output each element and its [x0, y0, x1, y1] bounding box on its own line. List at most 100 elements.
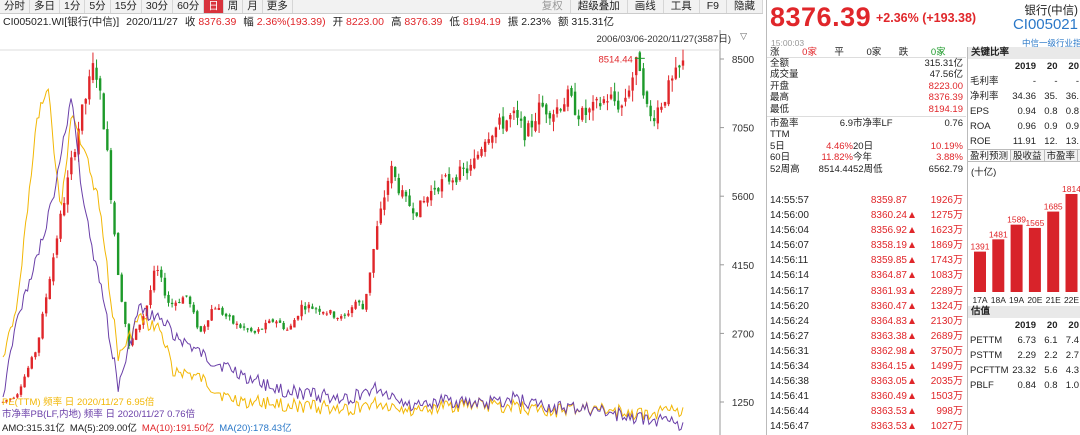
ratio-year: 2019 — [1014, 320, 1036, 331]
candle-body — [627, 90, 631, 97]
draw-button[interactable]: 画线 — [628, 0, 664, 13]
candle-body — [440, 179, 444, 192]
tick-volume: 1499万 — [930, 361, 963, 373]
security-code-right[interactable]: CI005021 — [1013, 16, 1078, 33]
tab-day[interactable]: 日 — [204, 0, 224, 13]
tick-time: 14:56:11 — [770, 255, 809, 267]
tick-volume: 1869万 — [930, 240, 963, 252]
ratio-value: 2.2 — [1044, 350, 1058, 361]
ratio-value: 0.8 — [1065, 106, 1079, 117]
tick-time: 14:56:31 — [770, 345, 809, 357]
ratio-label: EPS — [970, 106, 990, 117]
tick-row[interactable]: 14:56:24 8364.83 2130万 — [767, 314, 966, 329]
tick-row[interactable]: 14:56:41 8360.49 1503万 — [767, 389, 966, 404]
ratio-corner — [970, 59, 1012, 74]
tab-pe[interactable]: 市盈率 — [1045, 150, 1079, 162]
candle-body — [408, 195, 411, 206]
profit-bar — [1047, 211, 1060, 292]
tab-multiday[interactable]: 多日 — [30, 0, 60, 13]
tick-time: 14:56:20 — [770, 300, 809, 312]
tick-row[interactable]: 14:56:38 8363.05 2035万 — [767, 374, 966, 389]
tab-week[interactable]: 周 — [224, 0, 244, 13]
candle-body — [563, 104, 566, 112]
candle-body — [289, 325, 293, 330]
ratio-value: 0.84 — [1017, 380, 1037, 391]
candle-body — [552, 114, 555, 122]
chevron-down-icon[interactable]: ▽ — [740, 31, 747, 42]
tick-row[interactable]: 14:56:31 8362.98 3750万 — [767, 344, 966, 359]
candle-body — [509, 114, 512, 120]
candle-body — [314, 308, 318, 310]
candle-body — [483, 141, 487, 152]
tick-row[interactable]: 14:56:44 8363.53 998万 — [767, 404, 966, 419]
max-marker-label: 8514.44 — [598, 54, 632, 65]
candle-body — [462, 167, 465, 169]
candle-body — [257, 329, 260, 332]
tick-row[interactable]: 14:56:07 8358.19 1869万 — [767, 238, 966, 253]
stats-a: 全额 315.31亿 成交量 47.56亿 开盘 8223.00 最高 8376.39 最低 81… — [767, 58, 966, 115]
ratio-header-row: 2019 20 20 — [968, 318, 1080, 333]
close-value: 8376.39 — [198, 16, 237, 28]
tick-list[interactable]: 14:55:57 8359.87 1926万 14:56:00 8360.24 1275万… — [767, 193, 966, 435]
candle-body — [91, 63, 95, 81]
candle-body — [102, 93, 105, 130]
tab-eps[interactable]: 股收益 — [1011, 150, 1045, 162]
adjust-button[interactable]: 复权 — [535, 0, 571, 13]
candle-body — [505, 120, 508, 131]
tab-5min[interactable]: 5分 — [85, 0, 111, 13]
tick-price: 8356.92 — [870, 225, 907, 237]
key-ratios-table: 2019 20 20 毛利率 - - - 净利率 34.36 35. 36. EPS 0.94 0.8 0.… — [968, 59, 1080, 149]
profit-bar — [974, 251, 986, 292]
ratio-row: 毛利率 - - - — [968, 74, 1080, 89]
candle-body — [55, 238, 59, 255]
tick-row[interactable]: 14:56:00 8360.24 1275万 — [767, 208, 966, 223]
quote-date: 2020/11/27 — [126, 16, 178, 28]
profit-bar-label: 1481 — [989, 229, 1008, 239]
close-item: 收 8376.39 — [185, 15, 236, 29]
ratio-row: 净利率 34.36 35. 36. — [968, 89, 1080, 104]
candle-body — [386, 180, 390, 195]
ratio-value: - — [1075, 76, 1079, 87]
tick-row[interactable]: 14:56:11 8359.85 1743万 — [767, 253, 966, 268]
up-label: 涨 — [770, 47, 780, 58]
tick-row[interactable]: 14:56:27 8363.38 2689万 — [767, 329, 966, 344]
candle-body — [620, 105, 624, 108]
stat-label: 市盈率TTM — [770, 118, 799, 141]
tick-row[interactable]: 14:56:17 8361.93 2289万 — [767, 284, 966, 299]
up-count: 0家 — [802, 47, 817, 58]
tab-1min[interactable]: 1分 — [60, 0, 86, 13]
tick-price: 8363.38 — [870, 330, 907, 342]
candle-body — [473, 158, 476, 169]
ratio-year: 20 — [1046, 320, 1058, 331]
quote-summary: CI005021.WI[银行(中信)] 2020/11/27 收 8376.39… — [0, 15, 763, 29]
tab-more[interactable]: 更多 — [263, 0, 293, 13]
tab-60min[interactable]: 60分 — [173, 0, 205, 13]
stat-label: 60日 — [770, 152, 791, 164]
tools-button[interactable]: 工具 — [664, 0, 700, 13]
tick-row[interactable]: 14:55:57 8359.87 1926万 — [767, 193, 966, 208]
candle-body — [527, 123, 530, 137]
stat-value: 0.76 — [944, 118, 964, 130]
f9-button[interactable]: F9 — [700, 0, 727, 13]
up-arrow-icon — [909, 212, 915, 219]
y-tick-label: 7050 — [732, 124, 755, 135]
tick-row[interactable]: 14:56:04 8356.92 1623万 — [767, 223, 966, 238]
tick-row[interactable]: 14:56:20 8360.47 1324万 — [767, 299, 966, 314]
tab-30min[interactable]: 30分 — [142, 0, 174, 13]
ratios-column: 关键比率 2019 20 20 毛利率 - - - 净利率 34.36 35. 36. EPS 0.94… — [967, 47, 1080, 435]
overlay-button[interactable]: 超级叠加 — [571, 0, 628, 13]
tick-row[interactable]: 14:56:14 8364.87 1083万 — [767, 268, 966, 283]
tab-month[interactable]: 月 — [243, 0, 263, 13]
tab-profit-forecast[interactable]: 盈利预测 — [968, 150, 1012, 162]
hide-button[interactable]: 隐藏 — [727, 0, 763, 13]
profit-bar-label: 1391 — [971, 242, 990, 252]
candle-body — [293, 319, 296, 328]
kline-svg[interactable]: 8500 7050 5600 4150 2700 1250 8514.44 — [0, 30, 763, 435]
tab-15min[interactable]: 15分 — [111, 0, 142, 13]
tab-fenshi[interactable]: 分时 — [0, 0, 30, 13]
tick-row[interactable]: 14:56:47 8363.53 1027万 — [767, 419, 966, 434]
tick-row[interactable]: 14:56:34 8364.15 1499万 — [767, 359, 966, 374]
amp-label: 幅 — [243, 16, 254, 28]
kline-chart[interactable]: 8500 7050 5600 4150 2700 1250 8514.44 2006/03/… — [0, 30, 763, 435]
candle-body — [350, 307, 354, 314]
